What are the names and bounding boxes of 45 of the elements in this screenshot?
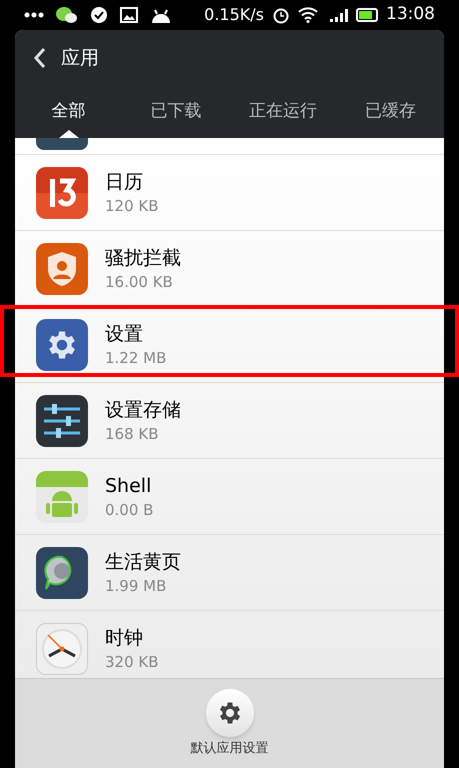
app-name: 生活黄页 — [105, 550, 181, 574]
selected-tab-pointer-icon — [58, 130, 79, 138]
android-icon — [150, 7, 172, 23]
app-row[interactable]: Shell 0.00 B — [15, 459, 444, 535]
calendar-app-icon — [36, 166, 88, 218]
tab[interactable]: 正在运行 — [230, 86, 337, 138]
alarm-clock-icon — [272, 6, 290, 24]
app-name: 时钟 — [105, 626, 144, 650]
default-apps-label: 默认应用设置 — [190, 740, 268, 758]
app-row[interactable]: 日历 120 KB — [15, 155, 444, 231]
check-circle-icon — [90, 6, 108, 24]
image-icon — [120, 7, 138, 23]
network-speed: 0.15K/s — [204, 4, 264, 26]
app-row[interactable]: 设置存储 168 KB — [15, 383, 444, 459]
tab[interactable]: 全部 — [15, 86, 122, 138]
app-name: Shell — [105, 474, 152, 498]
app-row[interactable]: 设置 1.22 MB — [15, 307, 444, 383]
app-size: 168 KB — [105, 424, 160, 444]
clock-app-icon — [36, 622, 88, 674]
battery-icon — [356, 8, 378, 22]
shield-app-icon — [36, 242, 88, 294]
app-name: 骚扰拦截 — [105, 246, 181, 270]
more-dots-icon — [24, 12, 44, 18]
sliders-app-icon — [36, 394, 88, 446]
app-icon — [36, 138, 88, 150]
tab[interactable]: 已下载 — [122, 86, 230, 138]
app-size: 0.00 B — [105, 500, 154, 520]
tab[interactable]: 已缓存 — [336, 86, 444, 138]
compass-app-icon — [36, 546, 88, 598]
chat-bubbles-icon — [56, 6, 78, 24]
default-apps-button[interactable] — [206, 688, 254, 737]
app-row[interactable]: 生活黄页 1.99 MB — [15, 535, 444, 611]
page-title: 应用 — [61, 46, 99, 71]
app-size: 1.22 MB — [105, 348, 166, 368]
clock-time: 13:08 — [386, 3, 435, 26]
app-size: 16.00 KB — [105, 272, 174, 292]
app-size: 120 KB — [105, 196, 159, 216]
android-app-icon — [36, 470, 88, 522]
app-name: 日历 — [105, 170, 144, 194]
app-row[interactable]: 骚扰拦截 16.00 KB — [15, 231, 444, 307]
app-name: 设置 — [105, 322, 144, 346]
app-size: 1.99 MB — [105, 576, 168, 596]
app-size: 320 KB — [105, 652, 159, 672]
app-name: 设置存储 — [105, 398, 181, 422]
wifi-icon — [298, 7, 318, 23]
